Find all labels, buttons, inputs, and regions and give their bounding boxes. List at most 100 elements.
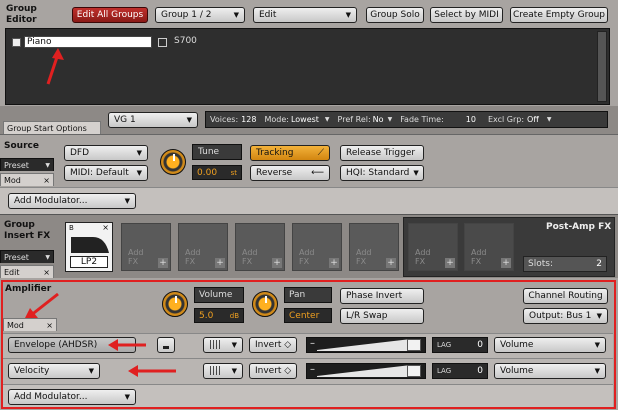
dfd-dropdown[interactable]: DFD ▼	[64, 145, 148, 161]
slider-minus-icon: –	[310, 364, 315, 375]
tab-amplifier-mod[interactable]: Mod ×	[3, 318, 57, 331]
modulator-target-value: Volume	[500, 340, 534, 350]
voices-value[interactable]: 128	[241, 115, 256, 124]
slots-label: Slots:	[528, 259, 553, 269]
source-add-modulator-dropdown[interactable]: Add Modulator... ▼	[8, 193, 136, 209]
close-icon[interactable]: ×	[43, 176, 50, 185]
pan-value[interactable]: Center	[284, 308, 332, 323]
slots-control[interactable]: Slots: 2	[523, 256, 607, 272]
chevron-down-icon[interactable]: ▼	[388, 116, 393, 123]
release-trigger-button[interactable]: Release Trigger	[340, 145, 424, 161]
mode-label: Mode:	[264, 115, 289, 124]
group-list-scrollbar[interactable]	[597, 31, 607, 102]
annotation-arrow-icon	[46, 48, 64, 85]
channel-routing-button[interactable]: Channel Routing	[523, 288, 608, 304]
volume-label-box: Volume	[194, 287, 244, 303]
slider-handle[interactable]	[407, 339, 421, 351]
plus-icon[interactable]: +	[445, 258, 455, 268]
volume-value[interactable]: 5.0 dB	[194, 308, 244, 323]
tab-insert-fx-edit[interactable]: Edit ×	[0, 265, 54, 278]
modulator-assign-button[interactable]	[157, 337, 175, 353]
mode-value[interactable]: Lowest	[291, 115, 319, 124]
fx-slot-close-icon[interactable]: ×	[102, 223, 109, 232]
modulator-target-dropdown[interactable]: Volume ▼	[494, 337, 606, 353]
plus-icon[interactable]: +	[158, 258, 168, 268]
tab-insert-fx-edit-label: Edit	[4, 267, 20, 277]
edit-menu-dropdown[interactable]: Edit ▼	[253, 7, 357, 23]
tab-group-start-options[interactable]: Group Start Options	[3, 121, 101, 134]
fx-slot-empty[interactable]: Add FX +	[292, 223, 342, 271]
plus-icon[interactable]: +	[329, 258, 339, 268]
group-name-piano[interactable]: Piano	[24, 36, 152, 48]
tracking-curve-icon: ⟋	[317, 148, 324, 158]
midi-dropdown[interactable]: MIDI: Default ▼	[64, 165, 148, 181]
group-solo-button[interactable]: Group Solo	[366, 7, 424, 23]
excl-grp-value[interactable]: Off	[527, 115, 539, 124]
bar-icon	[163, 346, 169, 349]
chevron-down-icon: ▼	[345, 11, 351, 19]
post-amp-fx-title: Post-Amp FX	[546, 222, 612, 232]
chevron-down-icon[interactable]: ▼	[325, 116, 330, 123]
fx-slot-add-label: Add FX	[299, 248, 315, 266]
fx-slot-empty[interactable]: Add FX +	[235, 223, 285, 271]
plus-icon[interactable]: +	[215, 258, 225, 268]
fade-time-value[interactable]: 10	[466, 115, 476, 124]
modulator-target-value: Volume	[500, 366, 534, 376]
amplifier-add-modulator-dropdown[interactable]: Add Modulator... ▼	[8, 389, 136, 405]
output-dropdown[interactable]: Output: Bus 1 ▼	[523, 308, 608, 324]
plus-icon[interactable]: +	[501, 258, 511, 268]
modulator-shape-dropdown[interactable]: |||| ▼	[203, 363, 243, 379]
lr-swap-button[interactable]: L/R Swap	[340, 308, 424, 324]
tab-insert-fx-preset[interactable]: Preset ▼	[0, 250, 54, 263]
tab-source-preset[interactable]: Preset ▼	[0, 158, 54, 171]
fx-slot-add-label: Add FX	[128, 248, 144, 266]
chevron-down-icon[interactable]: ▼	[547, 116, 552, 123]
reverse-button[interactable]: Reverse ⟵	[250, 165, 330, 181]
hqi-dropdown[interactable]: HQI: Standard ▼	[340, 165, 424, 181]
tracking-button[interactable]: Tracking ⟋	[250, 145, 330, 161]
plus-icon[interactable]: +	[386, 258, 396, 268]
group-selector-dropdown[interactable]: Group 1 / 2 ▼	[155, 7, 245, 23]
fx-slot-empty[interactable]: Add FX +	[121, 223, 171, 271]
select-by-midi-button[interactable]: Select by MIDI	[430, 7, 503, 23]
edit-all-groups-button[interactable]: Edit All Groups	[72, 7, 148, 23]
group-list[interactable]: Piano S700	[5, 28, 610, 105]
volume-knob[interactable]	[162, 291, 188, 317]
modulator-invert-button[interactable]: Invert ◇	[249, 363, 297, 379]
close-icon[interactable]: ×	[43, 268, 50, 277]
modulator-shape-dropdown[interactable]: |||| ▼	[203, 337, 243, 353]
modulator-intensity-slider[interactable]: –	[306, 337, 426, 353]
slider-handle[interactable]	[407, 365, 421, 377]
tune-value[interactable]: 0.00 st	[192, 165, 242, 180]
create-empty-group-button[interactable]: Create Empty Group	[510, 7, 608, 23]
fx-slot-empty[interactable]: Add FX +	[178, 223, 228, 271]
group-name-s700[interactable]: S700	[174, 36, 197, 46]
tune-value-text: 0.00	[197, 167, 218, 178]
chevron-down-icon: ▼	[233, 11, 239, 19]
modulator-invert-button[interactable]: Invert ◇	[249, 337, 297, 353]
tune-knob[interactable]	[160, 149, 186, 175]
chevron-down-icon: ▼	[186, 116, 192, 124]
pan-label: Pan	[289, 290, 306, 300]
chevron-down-icon: ▼	[124, 393, 130, 401]
modulator-lag[interactable]: LAG 0	[432, 363, 488, 379]
fx-slot-empty[interactable]: Add FX +	[349, 223, 399, 271]
pref-rel-value[interactable]: No	[373, 115, 384, 124]
group-checkbox-piano[interactable]	[12, 38, 21, 47]
post-amp-fx-slot[interactable]: Add FX +	[464, 223, 514, 271]
modulator-source-velocity[interactable]: Velocity ▼	[8, 363, 100, 379]
pan-knob[interactable]	[252, 291, 278, 317]
fx-slot-lp2[interactable]: B × LP2	[65, 222, 113, 272]
phase-invert-button[interactable]: Phase Invert	[340, 288, 424, 304]
group-insert-fx-title-line2: Insert FX	[4, 231, 51, 241]
edit-menu-label: Edit	[259, 10, 277, 20]
modulator-target-dropdown[interactable]: Volume ▼	[494, 363, 606, 379]
close-icon[interactable]: ×	[46, 321, 53, 330]
tab-source-mod[interactable]: Mod ×	[0, 173, 54, 186]
modulator-intensity-slider[interactable]: –	[306, 363, 426, 379]
modulator-lag[interactable]: LAG 0	[432, 337, 488, 353]
plus-icon[interactable]: +	[272, 258, 282, 268]
group-checkbox-s700[interactable]	[158, 38, 167, 47]
vg-selector-dropdown[interactable]: VG 1 ▼	[108, 112, 198, 128]
post-amp-fx-slot[interactable]: Add FX +	[408, 223, 458, 271]
